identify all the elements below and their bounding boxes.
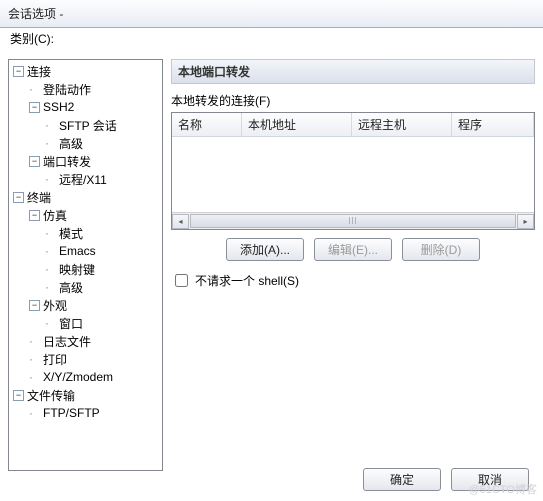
- tree-item-label: 日志文件: [43, 333, 91, 350]
- no-shell-checkbox[interactable]: [175, 274, 188, 287]
- tree-item-label: 登陆动作: [43, 81, 91, 98]
- col-remote[interactable]: 远程主机: [352, 113, 452, 137]
- tree-item-label: 端口转发: [43, 153, 91, 170]
- cancel-button[interactable]: 取消: [451, 468, 529, 491]
- list-label: 本地转发的连接(F): [171, 92, 535, 109]
- tree-item-label: 高级: [59, 135, 83, 152]
- tree-item[interactable]: ·高级: [41, 278, 162, 296]
- delete-button[interactable]: 删除(D): [402, 238, 480, 261]
- category-tree[interactable]: −连接·登陆动作−SSH2·SFTP 会话·高级−端口转发·远程/X11−终端−…: [8, 59, 163, 471]
- h-scrollbar[interactable]: ◂ ▸: [172, 212, 534, 229]
- tree-leaf-indent: ·: [29, 82, 43, 96]
- collapse-icon[interactable]: −: [29, 300, 40, 311]
- col-name[interactable]: 名称: [172, 113, 242, 137]
- panel-heading: 本地端口转发: [171, 59, 535, 84]
- tree-item[interactable]: ·登陆动作: [25, 80, 162, 98]
- tree-leaf-indent: ·: [45, 244, 59, 258]
- tree-item[interactable]: ·SFTP 会话: [41, 116, 162, 134]
- tree-item[interactable]: ·窗口: [41, 314, 162, 332]
- tree-leaf-indent: ·: [45, 226, 59, 240]
- window-title: 会话选项 -: [8, 5, 63, 22]
- tree-item-label: 外观: [43, 297, 67, 314]
- collapse-icon[interactable]: −: [29, 210, 40, 221]
- tree-item[interactable]: −外观: [25, 296, 162, 314]
- tree-leaf-indent: ·: [45, 172, 59, 186]
- tree-item-label: 模式: [59, 225, 83, 242]
- tree-item[interactable]: −连接: [9, 62, 162, 80]
- tree-item[interactable]: −SSH2: [25, 98, 162, 116]
- category-label: 类别(C):: [0, 28, 543, 51]
- add-button[interactable]: 添加(A)...: [226, 238, 304, 261]
- tree-item-label: X/Y/Zmodem: [43, 370, 113, 384]
- tree-item[interactable]: ·Emacs: [41, 242, 162, 260]
- forward-list[interactable]: 名称 本机地址 远程主机 程序 ◂ ▸: [171, 112, 535, 230]
- tree-leaf-indent: ·: [29, 352, 43, 366]
- tree-item-label: FTP/SFTP: [43, 406, 100, 420]
- scroll-left-button[interactable]: ◂: [172, 214, 189, 229]
- tree-item[interactable]: −终端: [9, 188, 162, 206]
- tree-leaf-indent: ·: [29, 370, 43, 384]
- collapse-icon[interactable]: −: [13, 192, 24, 203]
- collapse-icon[interactable]: −: [29, 102, 40, 113]
- scroll-thumb[interactable]: [190, 214, 516, 228]
- tree-item[interactable]: ·X/Y/Zmodem: [25, 368, 162, 386]
- tree-item[interactable]: ·模式: [41, 224, 162, 242]
- scroll-right-button[interactable]: ▸: [517, 214, 534, 229]
- col-prog[interactable]: 程序: [452, 113, 534, 137]
- ok-button[interactable]: 确定: [363, 468, 441, 491]
- tree-item[interactable]: ·高级: [41, 134, 162, 152]
- tree-leaf-indent: ·: [29, 334, 43, 348]
- tree-leaf-indent: ·: [45, 136, 59, 150]
- tree-leaf-indent: ·: [29, 406, 43, 420]
- tree-item-label: 终端: [27, 189, 51, 206]
- tree-item[interactable]: ·映射键: [41, 260, 162, 278]
- tree-item-label: 仿真: [43, 207, 67, 224]
- tree-item-label: 远程/X11: [59, 171, 107, 188]
- tree-item-label: SSH2: [43, 100, 74, 114]
- tree-item[interactable]: ·打印: [25, 350, 162, 368]
- tree-item[interactable]: −端口转发: [25, 152, 162, 170]
- tree-item-label: 连接: [27, 63, 51, 80]
- col-local[interactable]: 本机地址: [242, 113, 352, 137]
- tree-item-label: 文件传输: [27, 387, 75, 404]
- collapse-icon[interactable]: −: [29, 156, 40, 167]
- tree-item[interactable]: ·远程/X11: [41, 170, 162, 188]
- title-bar: 会话选项 -: [0, 0, 543, 28]
- edit-button[interactable]: 编辑(E)...: [314, 238, 392, 261]
- tree-item-label: SFTP 会话: [59, 117, 117, 134]
- tree-item-label: 映射键: [59, 261, 95, 278]
- tree-leaf-indent: ·: [45, 316, 59, 330]
- tree-item[interactable]: −仿真: [25, 206, 162, 224]
- no-shell-row[interactable]: 不请求一个 shell(S): [171, 271, 535, 290]
- tree-leaf-indent: ·: [45, 280, 59, 294]
- tree-item-label: Emacs: [59, 244, 96, 258]
- collapse-icon[interactable]: −: [13, 390, 24, 401]
- tree-item[interactable]: ·FTP/SFTP: [25, 404, 162, 422]
- tree-leaf-indent: ·: [45, 262, 59, 276]
- tree-item[interactable]: −文件传输: [9, 386, 162, 404]
- tree-item-label: 高级: [59, 279, 83, 296]
- tree-item[interactable]: ·日志文件: [25, 332, 162, 350]
- tree-item-label: 窗口: [59, 315, 83, 332]
- no-shell-label: 不请求一个 shell(S): [195, 272, 299, 289]
- tree-leaf-indent: ·: [45, 118, 59, 132]
- table-body: [172, 137, 534, 212]
- table-header: 名称 本机地址 远程主机 程序: [172, 113, 534, 137]
- tree-item-label: 打印: [43, 351, 67, 368]
- collapse-icon[interactable]: −: [13, 66, 24, 77]
